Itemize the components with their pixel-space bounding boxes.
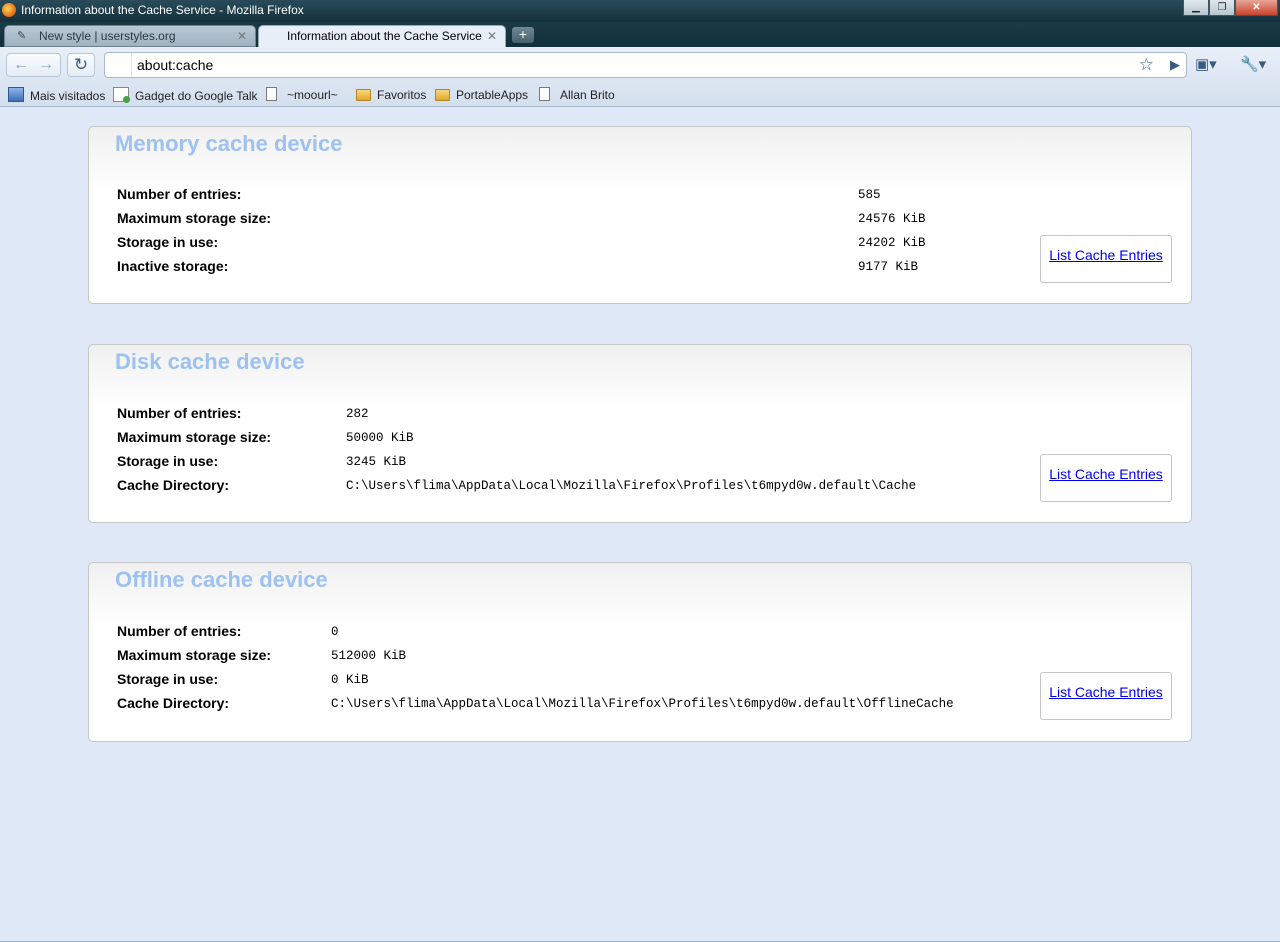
list-cache-entries-button[interactable]: List Cache Entries: [1040, 454, 1172, 502]
reload-icon: ↻: [73, 55, 89, 74]
list-cache-entries-link[interactable]: List Cache Entries: [1049, 247, 1163, 263]
minimize-button[interactable]: ▁: [1183, 0, 1209, 16]
new-tab-button[interactable]: +: [512, 27, 534, 43]
bookmark-mais-visitados[interactable]: Mais visitados: [8, 87, 105, 103]
go-arrow-icon[interactable]: ▶: [1170, 55, 1180, 75]
page-content: Memory cache device Number of entries: 5…: [0, 107, 1280, 942]
close-window-button[interactable]: ✕: [1235, 0, 1278, 16]
disk-cache-card: Disk cache device Number of entries: 282…: [88, 344, 1192, 523]
back-arrow-icon[interactable]: ←: [9, 54, 33, 78]
card-title: Memory cache device: [115, 131, 343, 156]
list-cache-entries-button[interactable]: List Cache Entries: [1040, 672, 1172, 720]
folder-icon: [356, 89, 371, 101]
list-cache-entries-button[interactable]: List Cache Entries: [1040, 235, 1172, 283]
bookmark-star-icon[interactable]: ☆: [1139, 55, 1154, 75]
window-title: Information about the Cache Service - Mo…: [21, 3, 304, 17]
bookmark-moourl[interactable]: ~moourl~: [264, 87, 338, 103]
tab-label: New style | userstyles.org: [39, 29, 176, 43]
bookmark-favoritos[interactable]: Favoritos: [356, 87, 426, 103]
tab-cache-service[interactable]: Information about the Cache Service ✕: [258, 25, 506, 47]
card-title: Disk cache device: [115, 349, 305, 374]
forward-arrow-icon[interactable]: →: [34, 54, 58, 78]
list-cache-entries-link[interactable]: List Cache Entries: [1049, 466, 1163, 482]
tab-strip: ✎ New style | userstyles.org ✕ Informati…: [0, 22, 1280, 47]
offline-cache-card: Offline cache device Number of entries: …: [88, 562, 1192, 742]
navigation-toolbar: ← → ↻ ☆ ▶ ▣▾ 🔧▾: [0, 47, 1280, 84]
gadget-icon: [113, 87, 130, 103]
firefox-logo-icon: [2, 3, 16, 17]
maximize-button[interactable]: ❐: [1209, 0, 1235, 16]
bookmark-portableapps[interactable]: PortableApps: [435, 87, 528, 103]
tab-userstyles[interactable]: ✎ New style | userstyles.org ✕: [4, 25, 256, 47]
memory-cache-card: Memory cache device Number of entries: 5…: [88, 126, 1192, 304]
address-bar[interactable]: ☆ ▶: [104, 52, 1187, 78]
pencil-icon: ✎: [17, 30, 27, 42]
page-icon: [539, 87, 550, 101]
window-titlebar: Information about the Cache Service - Mo…: [0, 0, 1280, 22]
tab-close-icon[interactable]: ✕: [237, 26, 247, 47]
wrench-icon[interactable]: 🔧▾: [1240, 56, 1266, 74]
bookmark-allan-brito[interactable]: Allan Brito: [537, 87, 615, 103]
folder-icon: [435, 89, 450, 101]
back-forward-group: ← →: [6, 53, 61, 77]
most-visited-icon: [8, 87, 24, 102]
window-controls: ▁ ❐ ✕: [1183, 0, 1278, 17]
list-cache-entries-link[interactable]: List Cache Entries: [1049, 684, 1163, 700]
page-menu-icon[interactable]: ▣▾: [1195, 56, 1217, 74]
card-title: Offline cache device: [115, 567, 328, 592]
tab-close-icon[interactable]: ✕: [487, 26, 497, 47]
page-icon: [266, 87, 277, 101]
bookmark-gadget-google-talk[interactable]: Gadget do Google Talk: [113, 87, 258, 103]
bookmarks-bar: Mais visitados Gadget do Google Talk ~mo…: [0, 84, 1280, 107]
reload-button[interactable]: ↻: [67, 53, 95, 77]
site-identity-icon[interactable]: [105, 53, 132, 77]
tab-label: Information about the Cache Service: [287, 29, 482, 43]
url-input[interactable]: [137, 55, 1097, 75]
